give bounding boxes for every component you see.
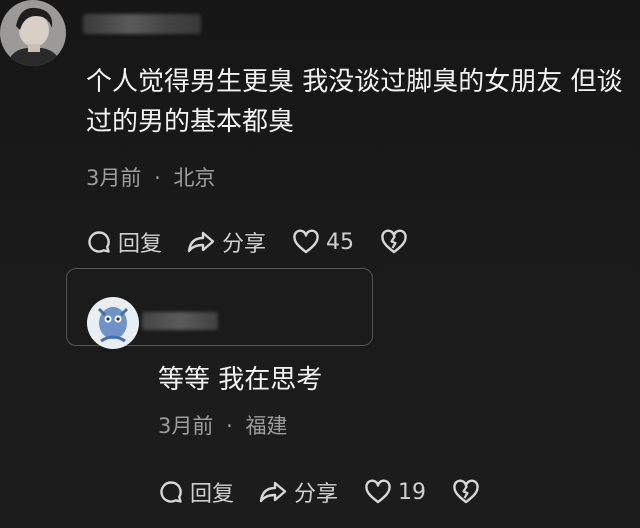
comment-time: 3月前 xyxy=(86,166,142,190)
chat-bubble-icon xyxy=(88,231,110,253)
comment-text: 个人觉得男生更臭 我没谈过脚臭的女朋友 但谈过的男的基本都臭 xyxy=(86,67,623,137)
share-label: 分享 xyxy=(222,232,267,257)
comment-meta: 3月前 · 北京 xyxy=(86,162,215,192)
share-label: 分享 xyxy=(294,482,339,507)
chat-bubble-icon xyxy=(160,481,182,503)
reply-actions: 回复 分享 19 xyxy=(158,476,480,508)
meta-separator: · xyxy=(226,414,233,438)
share-arrow-icon xyxy=(187,231,215,253)
like-button[interactable]: 45 xyxy=(292,229,354,255)
reply-label: 回复 xyxy=(118,232,163,257)
reply-label: 回复 xyxy=(190,482,235,507)
reply-text: 等等 我在思考 xyxy=(158,365,323,395)
comment-actions: 回复 分享 45 xyxy=(86,226,408,258)
like-count: 45 xyxy=(326,229,355,255)
heart-icon xyxy=(293,229,319,254)
commenter-name-blurred xyxy=(83,14,201,34)
replier-name-blurred xyxy=(142,312,218,330)
reply-share-button[interactable]: 分享 xyxy=(258,476,338,508)
comment-location: 北京 xyxy=(173,166,216,190)
replier-avatar[interactable] xyxy=(87,297,139,349)
heart-icon xyxy=(365,479,391,504)
commenter-avatar[interactable] xyxy=(0,0,66,66)
share-button[interactable]: 分享 xyxy=(186,226,266,258)
reply-button[interactable]: 回复 xyxy=(86,226,162,258)
reply-dislike-button[interactable] xyxy=(452,479,480,505)
share-arrow-icon xyxy=(259,481,287,503)
reply-reply-button[interactable]: 回复 xyxy=(158,476,234,508)
reply-location: 福建 xyxy=(245,414,288,438)
reply-like-button[interactable]: 19 xyxy=(364,479,426,505)
meta-separator: · xyxy=(154,166,161,190)
broken-heart-icon xyxy=(453,479,479,504)
like-count: 19 xyxy=(398,479,427,505)
reply-meta: 3月前 · 福建 xyxy=(158,410,287,440)
dislike-button[interactable] xyxy=(380,229,408,255)
comment-thread: 个人觉得男生更臭 我没谈过脚臭的女朋友 但谈过的男的基本都臭 3月前 · 北京 … xyxy=(0,0,640,528)
reply-time: 3月前 xyxy=(158,414,214,438)
broken-heart-icon xyxy=(381,229,407,254)
